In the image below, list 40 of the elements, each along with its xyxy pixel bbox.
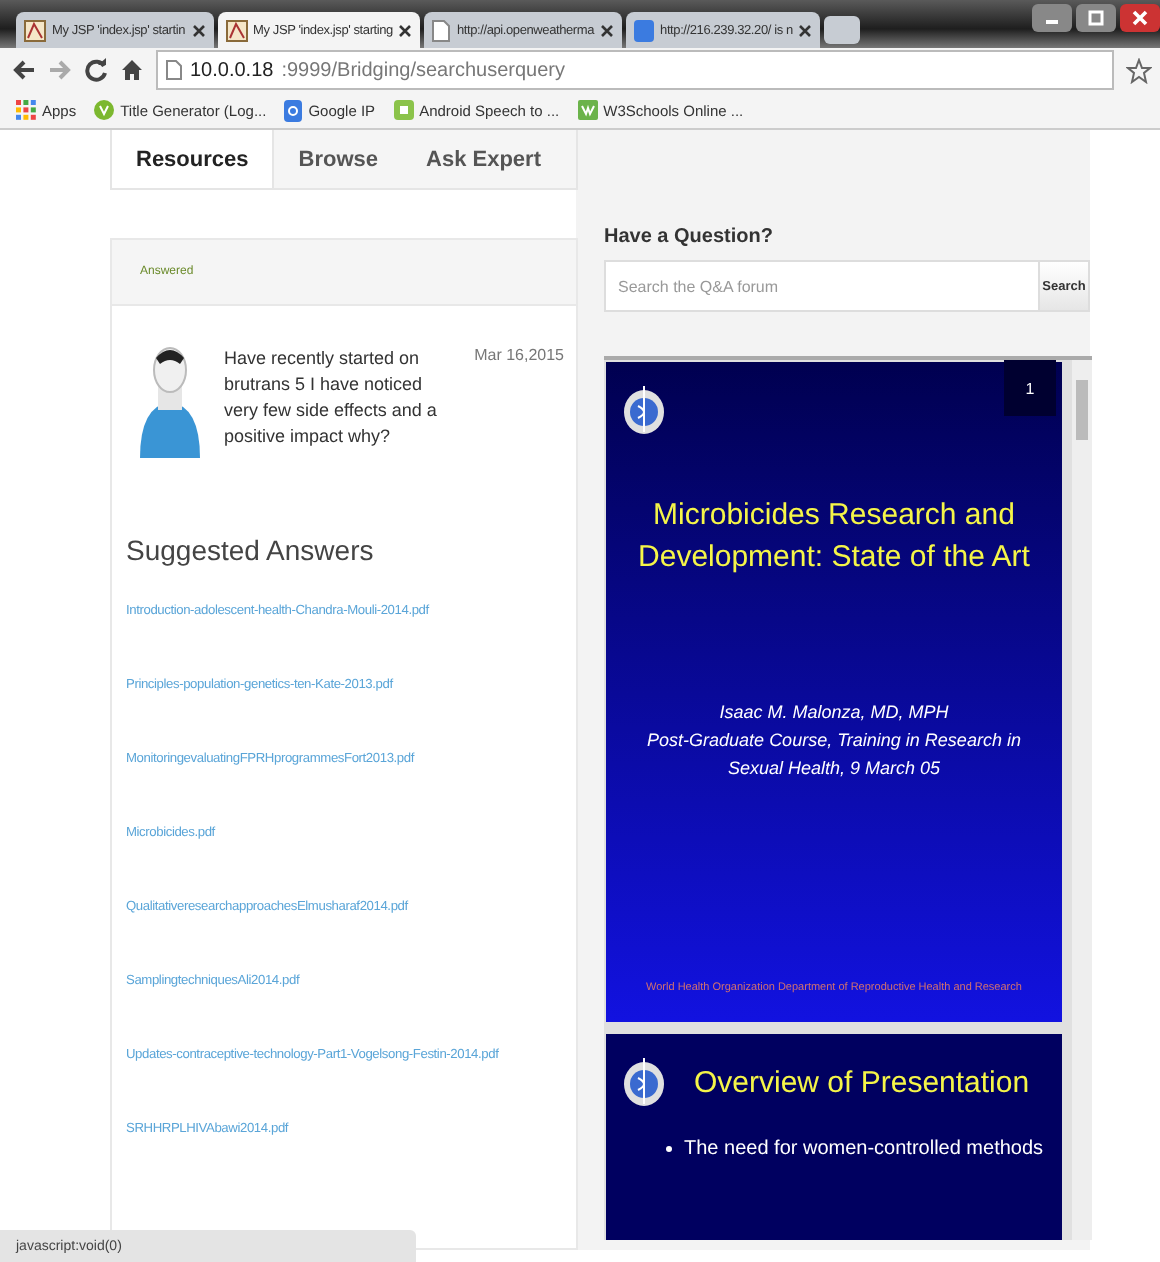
- maximize-icon: [1088, 10, 1104, 26]
- sidebar-heading: Have a Question?: [604, 226, 775, 248]
- close-button[interactable]: [1120, 4, 1160, 32]
- nav-tab[interactable]: Browse: [274, 130, 403, 189]
- slide-title: Microbicides Research and Development: State of the Art: [636, 496, 1032, 578]
- google-favicon-icon: [634, 19, 655, 41]
- document-icon: [432, 19, 451, 41]
- close-icon[interactable]: [600, 23, 615, 37]
- reload-icon[interactable]: [84, 58, 108, 82]
- search-field[interactable]: Search the Q&A forum: [604, 260, 1038, 312]
- avatar-icon: [136, 346, 204, 459]
- google-favicon-icon: [284, 99, 303, 121]
- page-favicon-icon: [225, 19, 248, 41]
- bullet-icon: [666, 1146, 672, 1152]
- apps-grid-icon: [16, 100, 36, 120]
- scrollbar-thumb[interactable]: [1076, 380, 1088, 440]
- close-icon[interactable]: [798, 23, 813, 37]
- nav-tab[interactable]: Resources: [112, 130, 275, 189]
- question-date: Mar 16,2015: [474, 346, 564, 369]
- page-number: 1: [1004, 360, 1056, 416]
- minimize-button[interactable]: [1032, 4, 1072, 32]
- square-favicon-icon: [393, 100, 414, 120]
- back-icon[interactable]: [12, 58, 36, 82]
- question-text[interactable]: Have recently started on brutrans 5 I have noticed very few side effects and a positive impact why?: [224, 346, 455, 459]
- star-icon[interactable]: [1126, 57, 1152, 83]
- check-badge-icon: [94, 100, 115, 120]
- maximize-button[interactable]: [1076, 4, 1116, 32]
- slide-subtitle: Isaac M. Malonza, MD, MPH Post-Graduate Course, Training in Research in Sexual Health, 9 March 05: [645, 700, 1023, 782]
- page-favicon-icon: [24, 19, 46, 41]
- suggested-heading: Suggested Answers: [126, 534, 376, 567]
- slide-title: Overview of Presentation: [694, 1065, 1030, 1099]
- home-icon[interactable]: [120, 58, 144, 82]
- close-icon[interactable]: [191, 23, 206, 37]
- close-icon[interactable]: [398, 23, 413, 37]
- new-tab-button[interactable]: [824, 16, 861, 44]
- slide-bullet: The need for women-controlled methods: [684, 1138, 1044, 1160]
- nav-tab[interactable]: Ask Expert: [402, 130, 565, 189]
- w-favicon-icon: [577, 100, 598, 120]
- close-icon: [1132, 10, 1148, 26]
- address-bar[interactable]: 10.0.0.18 :9999/Bridging/searchuserquery: [156, 50, 1114, 90]
